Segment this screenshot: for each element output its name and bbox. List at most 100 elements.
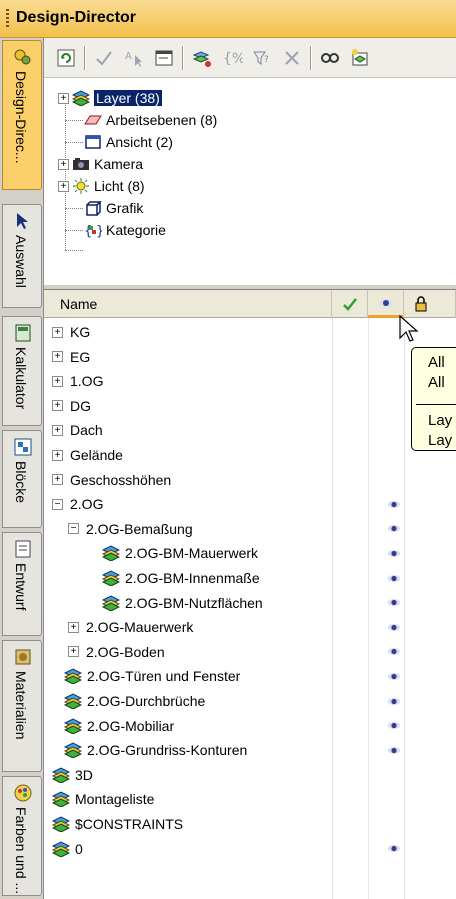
row-label: Montageliste <box>75 791 155 808</box>
table-row[interactable]: 2.OG-Grundriss-Konturen <box>44 738 456 762</box>
tooltip-line: Lay <box>428 432 453 449</box>
layer-icon <box>64 718 82 734</box>
search-button[interactable] <box>318 46 342 70</box>
properties-icon <box>155 50 173 66</box>
expand-toggle[interactable]: + <box>52 351 63 363</box>
tree-item-kategorie[interactable]: {} Kategorie <box>84 219 166 241</box>
tree-item-label: Licht (8) <box>94 178 145 194</box>
toolbar-separator <box>310 46 312 70</box>
visibility-eye-icon[interactable] <box>384 566 404 590</box>
tab-materialien[interactable]: Materialien <box>2 640 42 772</box>
visibility-eye-icon[interactable] <box>384 738 404 762</box>
table-row[interactable]: 3D <box>44 763 456 787</box>
table-row[interactable]: +2.OG-Boden <box>44 640 456 664</box>
visibility-eye-icon[interactable] <box>384 591 404 615</box>
tab-farben[interactable]: Farben und ... <box>2 776 42 896</box>
table-row[interactable]: 2.OG-Mobiliar <box>44 714 456 738</box>
table-row[interactable]: + DG <box>44 394 456 418</box>
select-button[interactable]: A <box>122 46 146 70</box>
expand-toggle[interactable]: + <box>58 158 69 170</box>
column-header-name[interactable]: Name <box>44 290 332 318</box>
layer-group-button[interactable] <box>190 46 214 70</box>
tree-item-arbeitsebenen[interactable]: Arbeitsebenen (8) <box>84 109 217 131</box>
design-director-icon <box>13 47 33 67</box>
tab-kalkulator[interactable]: Kalkulator <box>2 316 42 426</box>
row-label: KG <box>70 324 91 340</box>
expand-toggle[interactable]: + <box>52 449 63 461</box>
draft-icon <box>13 539 33 559</box>
row-label: Gelände <box>70 447 123 463</box>
expand-toggle[interactable]: − <box>52 498 63 510</box>
tree-item-licht[interactable]: + Licht (8) <box>58 175 145 197</box>
check-button[interactable] <box>92 46 116 70</box>
tab-bloecke[interactable]: Blöcke <box>2 430 42 528</box>
visibility-eye-icon[interactable] <box>384 689 404 713</box>
view-icon <box>84 134 102 150</box>
tree-item-kamera[interactable]: + Kamera <box>58 153 143 175</box>
table-row[interactable]: 2.OG-Durchbrüche <box>44 689 456 713</box>
tree-guide <box>65 250 83 251</box>
table-row[interactable]: +2.OG-Mauerwerk <box>44 615 456 639</box>
table-row[interactable]: + Dach <box>44 418 456 442</box>
table-row[interactable]: +1.OG <box>44 369 456 393</box>
expand-toggle[interactable]: + <box>52 375 63 387</box>
visibility-eye-icon[interactable] <box>384 837 404 861</box>
filter-button[interactable]: ? <box>250 46 274 70</box>
visibility-eye-icon[interactable] <box>384 615 404 639</box>
blocks-icon <box>13 437 33 457</box>
visibility-eye-icon[interactable] <box>384 714 404 738</box>
tree-item-grafik[interactable]: Grafik <box>84 197 143 219</box>
visibility-eye-icon[interactable] <box>384 664 404 688</box>
layer-new-button[interactable] <box>348 46 372 70</box>
brackets-button[interactable]: {%} <box>220 46 244 70</box>
table-row[interactable]: −2.OG <box>44 492 456 516</box>
table-row[interactable]: + EG <box>44 345 456 369</box>
tooltip-separator <box>416 404 456 405</box>
row-label: EG <box>70 348 91 365</box>
tree-item-ansicht[interactable]: Ansicht (2) <box>84 131 173 153</box>
table-row[interactable]: + Gelände <box>44 443 456 467</box>
table-row[interactable]: + KG <box>44 320 456 344</box>
svg-text:{%}: {%} <box>223 51 243 67</box>
expand-toggle[interactable]: + <box>52 424 63 436</box>
refresh-button[interactable] <box>54 46 78 70</box>
delete-button[interactable] <box>280 46 304 70</box>
materials-icon <box>13 647 33 667</box>
table-row[interactable]: + Geschosshöhen <box>44 468 456 492</box>
table-row[interactable]: $CONSTRAINTS <box>44 812 456 836</box>
visibility-eye-icon[interactable] <box>384 517 404 541</box>
table-row[interactable]: −2.OG-Bemaßung <box>44 517 456 541</box>
expand-toggle[interactable]: + <box>58 92 69 104</box>
expand-toggle[interactable]: + <box>52 326 63 338</box>
table-row[interactable]: 2.OG-BM-Mauerwerk <box>44 541 456 565</box>
layer-icon <box>52 816 70 832</box>
properties-button[interactable] <box>152 46 176 70</box>
table-row[interactable]: 0 <box>44 837 456 861</box>
column-header-active[interactable] <box>332 290 368 318</box>
vertical-tab-strip: Design-Direc... Auswahl Kalkulator Blöck… <box>0 38 44 899</box>
table-row[interactable]: 2.OG-Türen und Fenster <box>44 664 456 688</box>
layer-stack-icon <box>72 90 90 106</box>
tab-entwurf[interactable]: Entwurf <box>2 532 42 636</box>
table-row[interactable]: 2.OG-BM-Innenmaße <box>44 566 456 590</box>
row-label: 3D <box>75 766 93 783</box>
expand-toggle[interactable]: + <box>52 474 63 486</box>
expand-toggle[interactable]: + <box>52 400 63 412</box>
tree-item-layer[interactable]: + Layer (38) <box>58 87 162 109</box>
tab-label: Farben und ... <box>13 807 29 895</box>
table-row[interactable]: Montageliste <box>44 787 456 811</box>
expand-toggle[interactable]: − <box>68 523 79 535</box>
expand-toggle[interactable]: + <box>68 621 79 633</box>
drag-grip[interactable] <box>6 9 9 29</box>
tab-auswahl[interactable]: Auswahl <box>2 204 42 308</box>
filter-icon: ? <box>253 51 269 65</box>
expand-toggle[interactable]: + <box>58 180 69 192</box>
table-row[interactable]: 2.OG-BM-Nutzflächen <box>44 591 456 615</box>
tab-design-director[interactable]: Design-Direc... <box>2 40 42 190</box>
expand-toggle[interactable]: + <box>68 646 79 658</box>
visibility-eye-icon[interactable] <box>384 492 404 516</box>
visibility-eye-icon[interactable] <box>384 541 404 565</box>
category-icon: {} <box>84 222 102 238</box>
tooltip-line: Lay <box>428 412 453 429</box>
visibility-eye-icon[interactable] <box>384 640 404 664</box>
